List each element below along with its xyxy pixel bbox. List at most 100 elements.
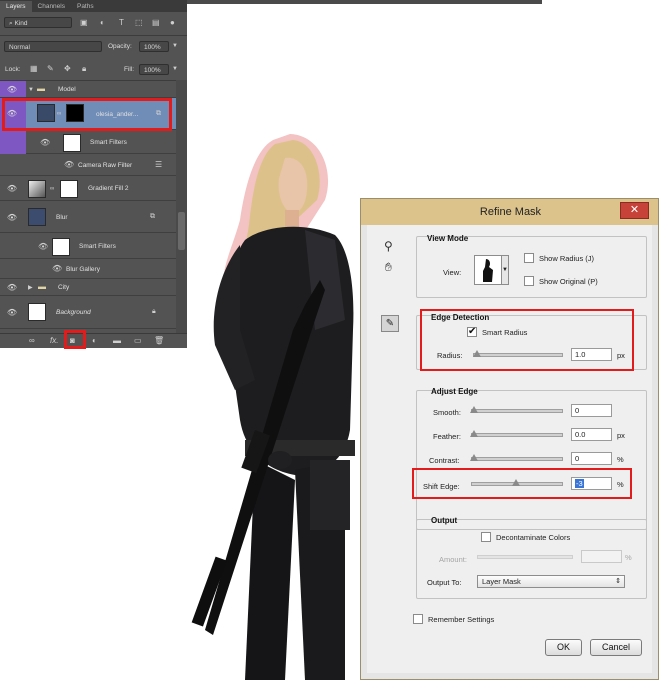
visibility-eye-icon[interactable]: 👁︎ — [52, 264, 62, 274]
filter-toggle-icon[interactable]: ● — [170, 18, 175, 28]
view-mode-thumbnail[interactable] — [474, 255, 502, 285]
link-icon[interactable]: ∞ — [50, 184, 54, 194]
filter-kind-select[interactable]: ⌕ Kind — [4, 17, 72, 28]
layer-row-gradient-fill[interactable]: 👁︎ ∞ Gradient Fill 2 — [0, 176, 176, 201]
view-dropdown-icon[interactable]: ▼ — [502, 255, 509, 285]
close-button[interactable]: ✕ — [620, 202, 649, 219]
contrast-label: Contrast: — [429, 456, 460, 465]
decontaminate-label: Decontaminate Colors — [496, 533, 571, 542]
hand-tool-icon[interactable]: ✋︎ — [385, 260, 392, 275]
layer-row-camera-raw[interactable]: 👁︎ Camera Raw Filter ☰ — [0, 154, 176, 176]
ok-button[interactable]: OK — [545, 639, 582, 656]
layer-name: City — [58, 284, 70, 291]
smooth-slider-track[interactable] — [471, 409, 563, 413]
smooth-slider-handle[interactable] — [470, 406, 478, 413]
visibility-eye-icon[interactable]: 👁︎ — [40, 138, 50, 148]
new-layer-icon[interactable]: ▭ — [134, 336, 142, 346]
layers-bottom-toolbar: ∞ fx. ◙ ◐ ▬ ▭ 🗑︎ — [0, 333, 187, 348]
type-filter-icon[interactable]: T — [119, 18, 124, 28]
contrast-input[interactable]: 0 — [571, 452, 612, 465]
decontaminate-checkbox[interactable] — [481, 532, 491, 542]
visibility-eye-icon[interactable]: 👁︎ — [64, 160, 74, 170]
contrast-slider-handle[interactable] — [470, 454, 478, 461]
lock-all-icon[interactable]: 🔒︎ — [82, 64, 86, 74]
output-heading: Output — [431, 516, 458, 525]
lock-pixels-icon[interactable]: ✎ — [47, 64, 54, 74]
fill-dropdown-icon[interactable]: ▼ — [172, 64, 178, 74]
dialog-titlebar[interactable]: Refine Mask ✕ — [361, 199, 658, 225]
filter-options-icon[interactable]: ☰ — [155, 160, 162, 170]
visibility-eye-icon[interactable]: 👁︎ — [6, 308, 18, 317]
blend-mode-select[interactable]: Normal — [4, 41, 102, 52]
layer-name: Blur Gallery — [66, 266, 100, 273]
remember-settings-checkbox[interactable] — [413, 614, 423, 624]
adjustment-layer-icon[interactable]: ◐ — [92, 336, 97, 346]
new-group-icon[interactable]: ▬ — [113, 336, 121, 346]
lock-icon: 🔒︎ — [152, 308, 156, 315]
layer-row-model[interactable]: 👁︎ ▼ ▬ Model — [0, 81, 176, 98]
feather-slider-track[interactable] — [471, 433, 563, 437]
fill-input[interactable]: 100% — [139, 64, 169, 75]
layer-row-smart-filters[interactable]: 👁︎ Smart Filters — [0, 130, 176, 176]
lock-transparency-icon[interactable]: ▦ — [30, 64, 38, 74]
visibility-eye-icon[interactable]: 👁︎ — [6, 85, 18, 94]
amount-input[interactable] — [581, 550, 622, 563]
expand-arrow-icon[interactable]: ▼ — [28, 85, 34, 95]
refine-radius-tool-icon[interactable]: ✎ — [381, 315, 399, 332]
tab-paths[interactable]: Paths — [71, 1, 100, 12]
expand-arrow-icon[interactable]: ▶ — [28, 283, 33, 293]
tab-layers[interactable]: Layers — [0, 1, 32, 12]
filter-mask-thumbnail[interactable] — [63, 134, 81, 152]
adjustment-filter-icon[interactable]: ◐ — [100, 18, 105, 28]
smart-object-filter-icon[interactable]: ▤ — [152, 18, 160, 28]
feather-slider-handle[interactable] — [470, 430, 478, 437]
layer-name: Background — [56, 309, 91, 316]
opacity-dropdown-icon[interactable]: ▼ — [172, 41, 178, 51]
layer-row-smart-filters-2[interactable]: 👁︎ Smart Filters — [0, 233, 176, 259]
zoom-tool-icon[interactable]: ⚲ — [384, 239, 393, 253]
opacity-input[interactable]: 100% — [139, 41, 169, 52]
trash-icon[interactable]: 🗑︎ — [154, 336, 164, 346]
visibility-eye-icon[interactable]: 👁︎ — [6, 283, 18, 292]
visibility-eye-icon[interactable]: 👁︎ — [38, 242, 48, 252]
smooth-input[interactable]: 0 — [571, 404, 612, 417]
filter-kind-label: Kind — [14, 20, 28, 27]
pixel-filter-icon[interactable]: ▣ — [80, 18, 88, 28]
show-radius-checkbox[interactable] — [524, 253, 534, 263]
remember-settings-label: Remember Settings — [428, 615, 495, 624]
layer-row-blur-gallery[interactable]: 👁︎ Blur Gallery — [0, 259, 176, 279]
scrollbar-thumb[interactable] — [178, 212, 185, 250]
divider — [0, 35, 187, 36]
shape-filter-icon[interactable]: ⬚ — [135, 18, 143, 28]
visibility-eye-icon[interactable]: 👁︎ — [6, 184, 18, 193]
layer-row-background[interactable]: 👁︎ Background 🔒︎ — [0, 296, 176, 329]
visibility-eye-icon[interactable]: 👁︎ — [6, 213, 18, 222]
layer-row-city[interactable]: 👁︎ ▶ ▬ City — [0, 279, 176, 296]
contrast-slider-track[interactable] — [471, 457, 563, 461]
cancel-button[interactable]: Cancel — [590, 639, 642, 656]
layers-panel: Layers Channels Paths ⌕ Kind ▣ ◐ T ⬚ ▤ ●… — [0, 0, 187, 348]
layer-row-blur[interactable]: 👁︎ Blur ⧉ — [0, 201, 176, 233]
view-thumbnail-figure — [483, 259, 493, 282]
output-to-label: Output To: — [427, 578, 462, 587]
adjust-edge-heading: Adjust Edge — [431, 387, 478, 396]
amount-slider-track[interactable] — [477, 555, 573, 559]
highlight-edge-detection — [420, 309, 634, 371]
highlight-mask-button — [64, 330, 86, 349]
amount-label: Amount: — [439, 555, 467, 564]
lock-position-icon[interactable]: ✥ — [64, 64, 71, 74]
feather-input[interactable]: 0.0 — [571, 428, 612, 441]
show-original-checkbox[interactable] — [524, 276, 534, 286]
link-layers-icon[interactable]: ∞ — [29, 336, 35, 346]
layer-mask-thumbnail[interactable] — [60, 180, 78, 198]
feather-label: Feather: — [433, 432, 461, 441]
fx-icon[interactable]: fx. — [50, 336, 58, 346]
layer-name: Blur — [56, 214, 68, 221]
filter-mask-thumbnail[interactable] — [52, 238, 70, 256]
layers-scrollbar[interactable] — [176, 80, 187, 335]
tab-channels[interactable]: Channels — [32, 1, 71, 12]
dialog-body: ⚲ ✋︎ ✎ View Mode View: ▼ Show Radius (J)… — [367, 225, 652, 673]
amount-unit: % — [625, 553, 632, 562]
output-to-select[interactable]: Layer Mask ⇕ — [477, 575, 625, 588]
lock-label: Lock: — [5, 66, 21, 73]
